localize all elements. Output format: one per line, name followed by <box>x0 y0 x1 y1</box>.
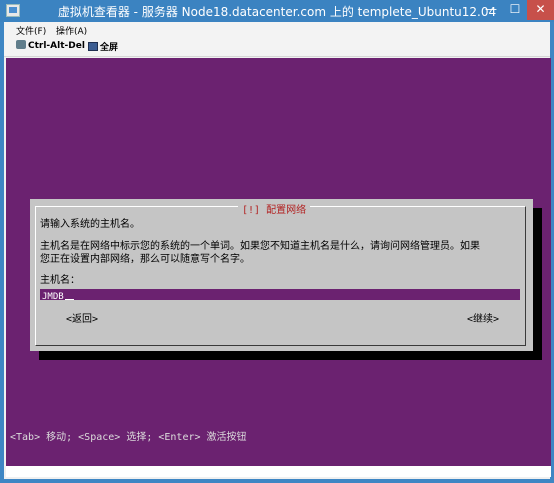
fullscreen-button[interactable]: 全屏 <box>88 40 118 53</box>
hostname-description-line-2: 您正在设置内部网络，那么可以随意写个名字。 <box>40 254 250 265</box>
hostname-field-label: 主机名： <box>40 275 80 286</box>
maximize-icon: ☐ <box>509 2 521 16</box>
ctrl-alt-del-button[interactable]: Ctrl-Alt-Del <box>16 40 85 51</box>
hostname-input[interactable]: JMDB <box>40 289 520 303</box>
hostname-prompt: 请输入系统的主机名。 <box>40 219 140 230</box>
minimize-button[interactable]: — <box>479 0 503 20</box>
back-button[interactable]: <返回> <box>66 310 98 325</box>
close-button[interactable]: ✕ <box>527 0 554 20</box>
menu-bar: 文件(F) 操作(A) <box>4 22 550 38</box>
hostname-text: JMDB <box>42 292 64 302</box>
close-icon: ✕ <box>535 2 546 16</box>
fullscreen-label: 全屏 <box>100 43 119 53</box>
vm-viewer-window: 虚拟机查看器 - 服务器 Node18.datacenter.com 上的 te… <box>0 0 554 483</box>
continue-button[interactable]: <继续> <box>467 310 499 325</box>
hostname-value: JMDB <box>42 289 74 303</box>
menu-file[interactable]: 文件(F) <box>16 24 46 37</box>
ctrl-alt-del-label: Ctrl-Alt-Del <box>28 41 85 51</box>
dialog-title: [!] 配置网络 <box>238 201 311 216</box>
vm-console[interactable]: [!] 配置网络 请输入系统的主机名。 主机名是在网络中标示您的系统的一个单词。… <box>6 58 551 477</box>
client-area: 文件(F) 操作(A) Ctrl-Alt-Del 全屏 [!] 配置网络 请输入… <box>4 22 551 479</box>
monitor-icon <box>88 42 98 51</box>
console-bottom-strip <box>6 466 551 477</box>
title-bar[interactable]: 虚拟机查看器 - 服务器 Node18.datacenter.com 上的 te… <box>0 0 554 22</box>
keyboard-icon <box>16 40 26 49</box>
key-hints-status: <Tab> 移动; <Space> 选择; <Enter> 激活按钮 <box>10 432 247 443</box>
text-cursor <box>64 289 74 300</box>
toolbar: Ctrl-Alt-Del 全屏 <box>4 38 550 57</box>
maximize-button[interactable]: ☐ <box>503 0 527 20</box>
menu-action[interactable]: 操作(A) <box>56 24 87 37</box>
minimize-icon: — <box>485 2 497 16</box>
window-title: 虚拟机查看器 - 服务器 Node18.datacenter.com 上的 te… <box>57 5 497 19</box>
configure-network-dialog: [!] 配置网络 请输入系统的主机名。 主机名是在网络中标示您的系统的一个单词。… <box>30 199 533 351</box>
